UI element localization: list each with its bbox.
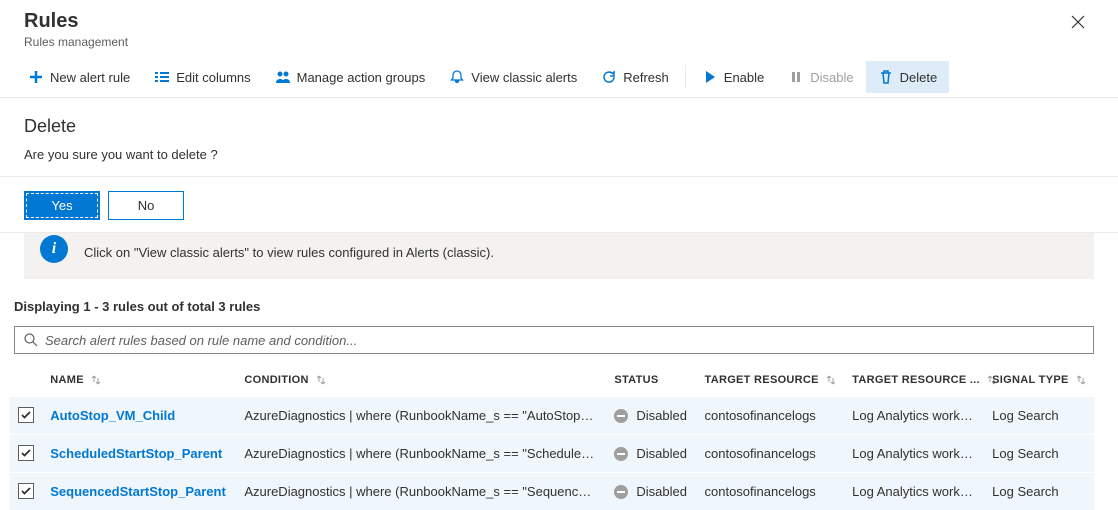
target-resource: contosofinancelogs	[697, 473, 845, 510]
play-icon	[702, 69, 718, 85]
status-text: Disabled	[636, 446, 687, 461]
delete-button[interactable]: Delete	[866, 61, 950, 93]
sort-icon	[91, 375, 101, 385]
table-row[interactable]: ScheduledStartStop_Parent AzureDiagnosti…	[10, 435, 1094, 473]
signal-type: Log Search	[984, 397, 1094, 435]
status-disabled-icon	[614, 485, 628, 499]
rules-table: NAME CONDITION STATUS TARGET RESOURCE TA…	[10, 364, 1094, 510]
info-icon: i	[40, 235, 68, 263]
pause-icon	[788, 69, 804, 85]
refresh-button[interactable]: Refresh	[589, 61, 681, 93]
rule-name-link[interactable]: AutoStop_VM_Child	[50, 408, 175, 423]
view-classic-alerts-button[interactable]: View classic alerts	[437, 61, 589, 93]
target-resource-type: Log Analytics worksp...	[844, 473, 984, 510]
search-input[interactable]	[45, 333, 1085, 348]
disable-button: Disable	[776, 61, 865, 93]
trash-icon	[878, 69, 894, 85]
dialog-buttons: Yes No	[0, 177, 1118, 233]
target-resource-type: Log Analytics worksp...	[844, 435, 984, 473]
people-icon	[275, 69, 291, 85]
rule-condition: AzureDiagnostics | where (RunbookName_s …	[236, 435, 606, 473]
sort-icon	[316, 375, 326, 385]
column-header-signal[interactable]: SIGNAL TYPE	[984, 364, 1094, 397]
manage-action-groups-button[interactable]: Manage action groups	[263, 61, 438, 93]
columns-icon	[154, 69, 170, 85]
toolbar-separator	[685, 65, 686, 89]
close-icon	[1070, 14, 1086, 30]
sort-icon	[826, 375, 836, 385]
column-header-status[interactable]: STATUS	[606, 364, 696, 397]
rule-name-link[interactable]: ScheduledStartStop_Parent	[50, 446, 222, 461]
row-checkbox[interactable]	[18, 445, 34, 461]
toolbar-label: Refresh	[623, 70, 669, 85]
column-header-target[interactable]: TARGET RESOURCE	[697, 364, 845, 397]
page-header: Rules Rules management	[0, 0, 1118, 57]
yes-button[interactable]: Yes	[24, 191, 100, 220]
dialog-text: Are you sure you want to delete ?	[24, 147, 1094, 162]
no-button[interactable]: No	[108, 191, 184, 220]
info-banner: i Click on "View classic alerts" to view…	[24, 233, 1094, 279]
close-button[interactable]	[1062, 10, 1094, 39]
toolbar-label: Edit columns	[176, 70, 250, 85]
row-checkbox[interactable]	[18, 483, 34, 499]
column-header-name[interactable]: NAME	[42, 364, 236, 397]
delete-dialog: Delete Are you sure you want to delete ?	[0, 98, 1118, 177]
status-disabled-icon	[614, 447, 628, 461]
content-area: Displaying 1 - 3 rules out of total 3 ru…	[0, 279, 1118, 510]
table-row[interactable]: SequencedStartStop_Parent AzureDiagnosti…	[10, 473, 1094, 510]
bell-icon	[449, 69, 465, 85]
rule-condition: AzureDiagnostics | where (RunbookName_s …	[236, 397, 606, 435]
signal-type: Log Search	[984, 473, 1094, 510]
toolbar-label: View classic alerts	[471, 70, 577, 85]
rule-name-link[interactable]: SequencedStartStop_Parent	[50, 484, 226, 499]
search-box[interactable]	[14, 326, 1094, 354]
new-alert-rule-button[interactable]: New alert rule	[16, 61, 142, 93]
toolbar-label: Delete	[900, 70, 938, 85]
rule-condition: AzureDiagnostics | where (RunbookName_s …	[236, 473, 606, 510]
enable-button[interactable]: Enable	[690, 61, 776, 93]
column-header-condition[interactable]: CONDITION	[236, 364, 606, 397]
info-banner-text: Click on "View classic alerts" to view r…	[84, 245, 494, 260]
status-text: Disabled	[636, 408, 687, 423]
search-icon	[23, 332, 39, 348]
status-text: Disabled	[636, 484, 687, 499]
sort-icon	[1076, 375, 1086, 385]
status-disabled-icon	[614, 409, 628, 423]
target-resource-type: Log Analytics worksp...	[844, 397, 984, 435]
toolbar-label: Enable	[724, 70, 764, 85]
table-row[interactable]: AutoStop_VM_Child AzureDiagnostics | whe…	[10, 397, 1094, 435]
display-count: Displaying 1 - 3 rules out of total 3 ru…	[14, 299, 1094, 314]
toolbar-label: Disable	[810, 70, 853, 85]
dialog-title: Delete	[24, 116, 1094, 137]
signal-type: Log Search	[984, 435, 1094, 473]
plus-icon	[28, 69, 44, 85]
page-title: Rules	[24, 10, 128, 33]
toolbar-label: New alert rule	[50, 70, 130, 85]
toolbar: New alert rule Edit columns Manage actio…	[0, 57, 1118, 98]
column-header-target-type[interactable]: TARGET RESOURCE ...	[844, 364, 984, 397]
target-resource: contosofinancelogs	[697, 435, 845, 473]
target-resource: contosofinancelogs	[697, 397, 845, 435]
edit-columns-button[interactable]: Edit columns	[142, 61, 262, 93]
row-checkbox[interactable]	[18, 407, 34, 423]
toolbar-label: Manage action groups	[297, 70, 426, 85]
page-subtitle: Rules management	[24, 35, 128, 49]
refresh-icon	[601, 69, 617, 85]
